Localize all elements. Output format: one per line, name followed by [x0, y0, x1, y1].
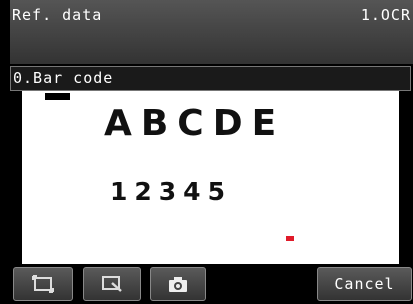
capture-button[interactable]	[150, 267, 206, 301]
image-text-line1: ABCDE	[104, 103, 286, 144]
camera-icon	[169, 277, 187, 292]
header-title: Ref. data	[12, 6, 103, 24]
image-text-line2: 12345	[110, 177, 232, 206]
camera-image[interactable]: ABCDE 12345	[22, 91, 399, 264]
header-bar: Ref. data 1.OCR	[10, 0, 413, 64]
cancel-button[interactable]: Cancel	[317, 267, 412, 301]
item-label-bar[interactable]: 0.Bar code	[10, 66, 411, 91]
bottom-toolbar: Cancel	[10, 267, 413, 304]
zoom-window-button[interactable]	[83, 267, 141, 301]
zoom-window-icon	[102, 276, 122, 292]
header-mode: 1.OCR	[360, 6, 411, 24]
reference-marker	[45, 93, 70, 100]
red-marker	[286, 236, 294, 241]
frame-icon	[32, 275, 54, 293]
frame-button[interactable]	[13, 267, 73, 301]
screen: Ref. data 1.OCR 0.Bar code ABCDE 12345 C…	[0, 0, 413, 304]
